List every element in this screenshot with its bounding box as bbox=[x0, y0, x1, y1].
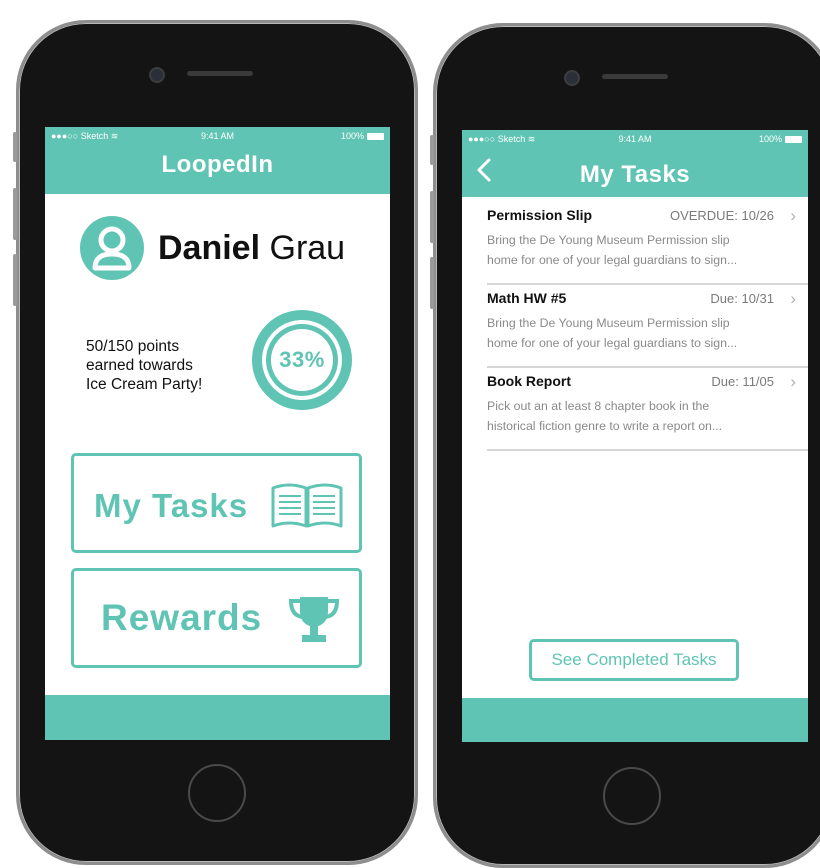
task-desc-line-2: home for one of your legal guardians to … bbox=[487, 336, 738, 350]
my-tasks-button-label: My Tasks bbox=[94, 487, 249, 524]
home-screen: ●●●○○ Sketch ≋ 9:41 AM 100% LoopedIn Dan… bbox=[45, 127, 390, 740]
task-description: Pick out an at least 8 chapter book in t… bbox=[487, 396, 792, 436]
user-first-name: Daniel bbox=[158, 229, 261, 267]
status-bar: ●●●○○ Sketch ≋ 9:41 AM 100% bbox=[45, 131, 390, 145]
task-due: Due: 10/31 bbox=[710, 291, 774, 306]
status-time: 9:41 AM bbox=[200, 131, 235, 141]
points-line-2: earned towards bbox=[86, 357, 193, 374]
home-nav-bar: ●●●○○ Sketch ≋ 9:41 AM 100% LoopedIn bbox=[45, 127, 390, 194]
chevron-right-icon: › bbox=[790, 206, 796, 225]
mute-switch bbox=[13, 132, 17, 162]
front-camera-2 bbox=[564, 70, 580, 86]
home-button[interactable] bbox=[188, 764, 246, 822]
chevron-right-icon: › bbox=[790, 289, 796, 308]
status-time-2: 9:41 AM bbox=[618, 134, 652, 144]
task-desc-line-2: historical fiction genre to write a repo… bbox=[487, 419, 723, 433]
task-due: Due: 11/05 bbox=[711, 374, 774, 389]
app-title: LoopedIn bbox=[161, 151, 274, 178]
mute-switch-2 bbox=[430, 135, 434, 165]
chevron-right-icon: › bbox=[790, 372, 796, 391]
task-title: Permission Slip bbox=[487, 207, 593, 223]
volume-down-button bbox=[13, 254, 17, 306]
volume-up-button bbox=[13, 188, 17, 240]
task-desc-line-1: Bring the De Young Museum Permission sli… bbox=[487, 316, 730, 330]
points-line-1: 50/150 points bbox=[86, 338, 180, 355]
user-last-name: Grau bbox=[269, 229, 346, 267]
task-desc-line-2: home for one of your legal guardians to … bbox=[487, 253, 738, 267]
task-row-book-report[interactable]: Book Report Due: 11/05 › Pick out an at … bbox=[487, 367, 808, 451]
battery-percent-2: 100% bbox=[758, 134, 782, 144]
progress-percent-label: 33% bbox=[279, 347, 325, 372]
see-completed-tasks-label: See Completed Tasks bbox=[551, 650, 717, 669]
points-progress-ring: 33% bbox=[248, 306, 356, 414]
tasks-screen: ●●●○○ Sketch ≋ 9:41 AM 100% My Tasks Per… bbox=[462, 130, 808, 742]
tasks-title: My Tasks bbox=[579, 161, 691, 188]
battery-percent: 100% bbox=[340, 131, 364, 141]
volume-down-button-2 bbox=[430, 257, 434, 309]
task-desc-line-1: Bring the De Young Museum Permission sli… bbox=[487, 233, 730, 247]
task-description: Bring the De Young Museum Permission sli… bbox=[487, 313, 792, 353]
task-row-math-hw[interactable]: Math HW #5 Due: 10/31 › Bring the De You… bbox=[487, 284, 808, 368]
avatar bbox=[80, 216, 144, 280]
user-avatar-icon bbox=[80, 216, 144, 280]
task-due: OVERDUE: 10/26 bbox=[669, 208, 774, 223]
my-tasks-button[interactable]: My Tasks bbox=[71, 453, 362, 553]
task-title: Book Report bbox=[487, 373, 571, 389]
see-completed-tasks-button[interactable]: See Completed Tasks bbox=[529, 639, 739, 681]
tasks-nav-bar: ●●●○○ Sketch ≋ 9:41 AM 100% My Tasks bbox=[462, 130, 808, 197]
tasks-bottom-bar bbox=[462, 698, 808, 742]
points-summary: 50/150 points earned towards Ice Cream P… bbox=[86, 337, 202, 394]
rewards-button-label: Rewards bbox=[101, 597, 263, 638]
task-title: Math HW #5 bbox=[487, 290, 567, 306]
front-camera bbox=[149, 67, 165, 83]
home-button-2[interactable] bbox=[603, 767, 661, 825]
earpiece-speaker-2 bbox=[602, 74, 668, 79]
trophy-icon bbox=[288, 597, 340, 642]
battery-icon bbox=[367, 132, 384, 140]
open-book-icon bbox=[271, 483, 343, 528]
volume-up-button-2 bbox=[430, 191, 434, 243]
task-description: Bring the De Young Museum Permission sli… bbox=[487, 230, 792, 270]
status-bar-2: ●●●○○ Sketch ≋ 9:41 AM 100% bbox=[462, 134, 808, 148]
user-name: Daniel Grau bbox=[158, 229, 345, 268]
points-line-3: Ice Cream Party! bbox=[86, 376, 203, 393]
battery-icon bbox=[785, 135, 802, 143]
task-row-permission-slip[interactable]: Permission Slip OVERDUE: 10/26 › Bring t… bbox=[487, 201, 808, 285]
task-desc-line-1: Pick out an at least 8 chapter book in t… bbox=[487, 399, 710, 413]
earpiece-speaker bbox=[187, 71, 253, 76]
rewards-button[interactable]: Rewards bbox=[71, 568, 362, 668]
home-bottom-bar bbox=[45, 695, 390, 740]
